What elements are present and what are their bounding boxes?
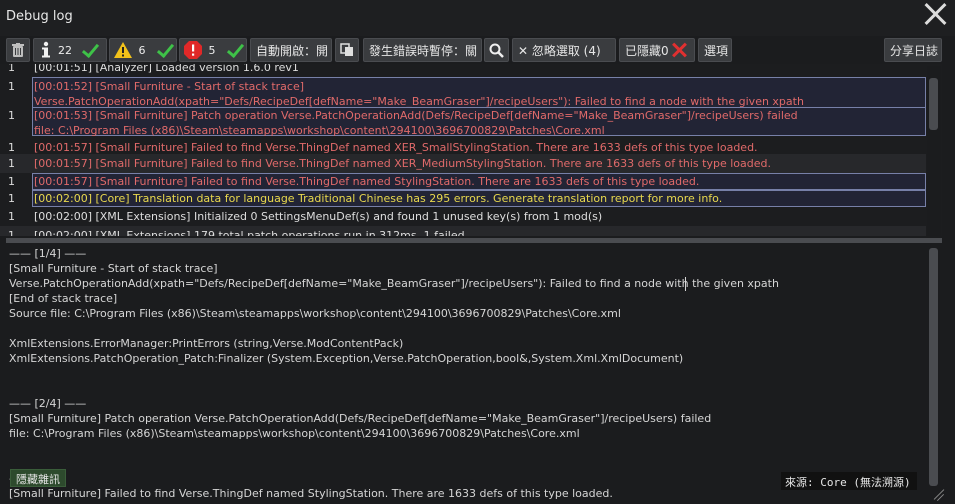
detail-scrollbar[interactable] [927,246,941,502]
log-row-count: 1 [8,229,15,236]
detail-separator: —— [2/4] —— [9,397,87,410]
pause-on-error-toggle[interactable]: 發生錯誤時暫停：關 [363,38,482,62]
log-list[interactable]: 1 [00:01:51] [Analyzer] Loaded version 1… [0,64,942,236]
copy-icon [340,43,353,56]
window-title: Debug log [6,9,73,24]
trash-icon [12,43,24,57]
log-row-count: 1 [8,210,15,223]
warning-count: 6 [138,43,146,57]
auto-open-label: 自動開啟：開 [256,43,329,58]
info-icon [42,41,50,58]
log-row-count: 1 [8,64,15,74]
check-icon [80,41,98,59]
source-label: 來源: Core (無法溯源) [781,472,917,490]
title-bar: Debug log [0,0,955,36]
error-filter-toggle[interactable]: 5 [179,38,247,62]
ignore-selected-label: ✕ 忽略選取 (4) [518,43,601,58]
log-row-text: [00:01:57] [Small Furniture] Failed to f… [34,157,771,170]
search-button[interactable] [484,38,509,62]
options-button[interactable]: 選項 [698,38,732,62]
log-scrollbar-thumb[interactable] [929,78,938,130]
log-row[interactable]: 1 [00:02:00] [Core] Translation data for… [0,189,926,208]
detail-line: [End of stack trace] [9,292,118,305]
check-icon [225,41,243,59]
detail-scrollbar-thumb[interactable] [929,248,938,486]
error-count: 5 [208,43,216,57]
log-row[interactable]: 1 [00:02:00] [XML Extensions] Initialize… [0,207,926,226]
log-row-count: 1 [8,175,15,188]
log-row-text: file: C:\Program Files (x86)\Steam\steam… [34,124,605,137]
detail-line: XmlExtensions.PatchOperation_Patch:Final… [9,352,684,365]
pause-on-error-label: 發生錯誤時暫停：關 [369,43,478,58]
warning-icon [114,42,132,58]
detail-line: Source file: C:\Program Files (x86)\Stea… [9,307,621,320]
hidden-toggle[interactable]: 已隱藏0 [619,38,695,62]
log-row-text: [00:01:57] [Small Furniture] Failed to f… [34,175,700,188]
log-row-count: 1 [8,157,15,170]
warning-filter-toggle[interactable]: 6 [109,38,177,62]
detail-line: XmlExtensions.ErrorManager:PrintErrors (… [9,337,404,350]
message-filter-toggle[interactable]: 22 [33,38,107,62]
log-row[interactable]: 1 [00:02:00] [XML Extensions] 179 total … [0,226,926,236]
pane-splitter[interactable] [6,238,942,243]
log-row[interactable]: 1 [00:01:51] [Analyzer] Loaded version 1… [0,64,926,77]
toolbar: 22 6 5 自動開啟：開 發生錯誤時暫停：關 ✕ 忽略選取 (4) 已隱藏0 … [0,38,955,63]
detail-pane[interactable]: —— [1/4] —— [Small Furniture - Start of … [0,246,926,504]
resize-grip-icon[interactable] [930,486,946,502]
search-icon [489,43,504,58]
copy-button[interactable] [335,38,359,62]
hidden-label: 已隱藏0 [625,43,669,58]
clear-log-button[interactable] [6,38,30,62]
error-icon [184,41,202,59]
detail-line: [Small Furniture] Failed to find Verse.T… [9,487,613,500]
log-row-text: [00:02:00] [XML Extensions] 179 total pa… [34,229,465,236]
check-icon [155,41,173,59]
message-count: 22 [58,43,72,57]
x-icon [671,41,689,59]
log-row-text: [00:01:51] [Analyzer] Loaded version 1.6… [34,64,299,74]
log-row-count: 1 [8,192,15,205]
log-row-text: [00:02:00] [Core] Translation data for l… [34,192,723,205]
close-button[interactable] [922,1,948,27]
detail-line: file: C:\Program Files (x86)\Steam\steam… [9,427,580,440]
log-row-text: [00:02:00] [XML Extensions] Initialized … [34,210,603,223]
detail-line: [Small Furniture - Start of stack trace] [9,262,218,275]
ignore-selected-button[interactable]: ✕ 忽略選取 (4) [512,38,616,62]
detail-line: [Small Furniture] Patch operation Verse.… [9,412,712,425]
share-log-button[interactable]: 分享日誌 [884,38,942,62]
detail-line: Verse.PatchOperationAdd(xpath="Defs/Reci… [9,277,779,290]
text-cursor [685,277,686,291]
hide-noise-button[interactable]: 隱藏雜訊 [10,469,66,487]
options-label: 選項 [704,43,729,58]
log-scrollbar[interactable] [927,66,941,236]
share-log-label: 分享日誌 [890,43,939,58]
detail-separator: —— [1/4] —— [9,247,87,260]
auto-open-toggle[interactable]: 自動開啟：開 [250,38,332,62]
log-row[interactable]: 1 [00:01:57] [Small Furniture] Failed to… [0,154,926,173]
